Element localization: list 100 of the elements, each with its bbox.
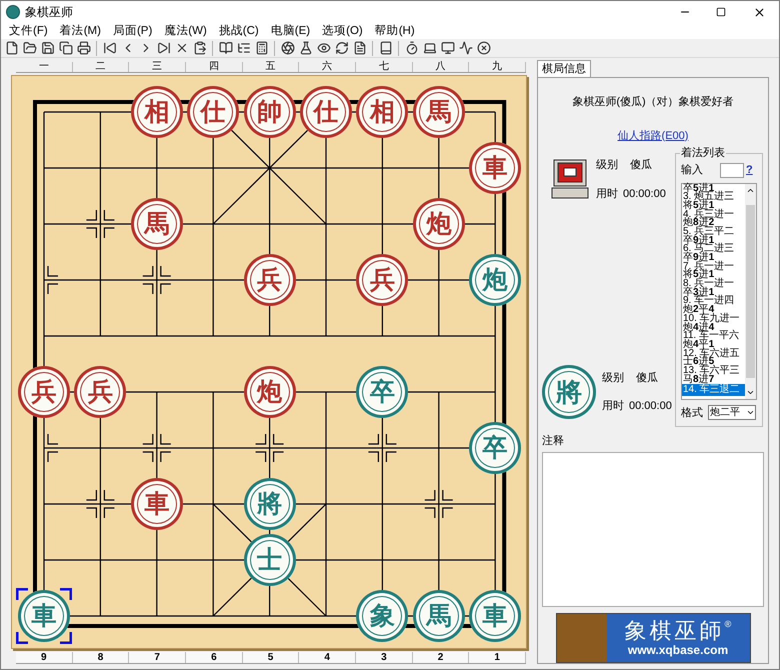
file-label: 6: [186, 652, 243, 663]
file-label: 2: [412, 652, 470, 663]
book-icon[interactable]: [218, 40, 233, 56]
laptop-icon[interactable]: [422, 40, 437, 56]
xiangqi-piece[interactable]: 馬: [412, 86, 465, 138]
app-logo-icon: [6, 5, 20, 19]
refresh-icon[interactable]: [334, 40, 349, 56]
xiangqi-piece[interactable]: 仕: [187, 86, 240, 138]
calculator-icon[interactable]: [254, 40, 269, 56]
folder-icon[interactable]: [22, 40, 37, 56]
flask-icon[interactable]: [298, 40, 313, 56]
monitor-icon[interactable]: [440, 40, 455, 56]
xiangqi-piece[interactable]: 帥: [244, 86, 296, 138]
skip-back-icon[interactable]: [102, 40, 117, 56]
banner-url: www.xqbase.com: [628, 642, 728, 657]
file-label: 一: [16, 62, 73, 72]
file-label: 8: [72, 652, 130, 663]
matchup-text: 象棋巫师(傻瓜)（对）象棋爱好者: [571, 95, 735, 110]
menu-item[interactable]: 局面(P): [106, 23, 158, 39]
menu-item[interactable]: 文件(F): [3, 23, 54, 39]
xiangqi-piece[interactable]: 馬: [130, 198, 183, 250]
xiangqi-piece[interactable]: 相: [130, 86, 183, 138]
notes-field[interactable]: [542, 452, 764, 607]
xiangqi-piece[interactable]: 卒: [356, 366, 408, 418]
notes-label: 注释: [542, 434, 565, 450]
xiangqi-piece[interactable]: 將: [244, 478, 296, 530]
xiangqi-piece[interactable]: 兵: [244, 254, 296, 306]
time-label: 用时: [596, 186, 618, 202]
info-tab[interactable]: 棋局信息: [537, 60, 591, 77]
file-label: 七: [356, 62, 413, 72]
menu-item[interactable]: 着法(M): [54, 23, 107, 39]
xiangqi-piece[interactable]: 車: [130, 478, 183, 530]
move-item[interactable]: 12. 车六进五: [682, 350, 745, 358]
xiangqi-piece[interactable]: 象: [356, 590, 408, 642]
xiangqi-piece[interactable]: 相: [356, 86, 408, 138]
window-title: 象棋巫师: [25, 4, 73, 21]
scrollbar[interactable]: [745, 184, 756, 398]
menu-item[interactable]: 魔法(W): [158, 23, 213, 39]
file-icon[interactable]: [4, 40, 19, 56]
menu-item[interactable]: 选项(O): [316, 23, 369, 39]
time-label: 用时: [602, 399, 624, 414]
help-link[interactable]: ?: [746, 162, 753, 178]
group-title: 着法列表: [680, 146, 726, 160]
xiangqi-piece[interactable]: 兵: [74, 366, 126, 418]
clipboard-icon[interactable]: [192, 40, 207, 56]
format-label: 格式: [681, 406, 703, 420]
mascot-picture: [556, 614, 606, 662]
xiangqi-piece[interactable]: 馬: [412, 590, 465, 642]
copy-icon[interactable]: [58, 40, 73, 56]
xiangqi-piece[interactable]: 仕: [300, 86, 352, 138]
save-icon[interactable]: [40, 40, 55, 56]
file-label: 二: [72, 62, 130, 72]
maximize-icon: [716, 7, 726, 17]
file-label: 7: [129, 652, 186, 663]
move-input-field[interactable]: [720, 162, 744, 178]
timer-icon[interactable]: [404, 40, 419, 56]
move-item[interactable]: 14. 车三退二: [682, 384, 745, 396]
file-label: 1: [469, 652, 526, 663]
xiangqi-piece[interactable]: 車: [18, 590, 70, 642]
registered-mark: ®: [724, 618, 732, 629]
file-label: 3: [356, 652, 413, 663]
file-label: 4: [299, 652, 356, 663]
menu-item[interactable]: 电脑(E): [264, 23, 316, 39]
file-label: 五: [242, 62, 300, 72]
file-label: 九: [469, 62, 526, 72]
xiangqi-piece[interactable]: 車: [469, 142, 522, 194]
xiangqi-piece[interactable]: 炮: [412, 198, 465, 250]
xiangqi-piece[interactable]: 兵: [356, 254, 408, 306]
xiangqi-piece[interactable]: 車: [469, 590, 522, 642]
list-tree-icon[interactable]: [236, 40, 251, 56]
close-circle-icon[interactable]: [476, 40, 491, 56]
rank-label: 级别: [602, 370, 624, 386]
move-item[interactable]: 马8进7: [682, 376, 745, 384]
xiangqi-piece[interactable]: 炮: [244, 366, 296, 418]
rank-value: 傻瓜: [630, 158, 652, 173]
time-value: 00:00:00: [623, 186, 666, 202]
menu-item[interactable]: 挑战(C): [212, 23, 265, 39]
eye-icon[interactable]: [316, 40, 331, 56]
document-icon[interactable]: [352, 40, 367, 56]
xiangqi-piece[interactable]: 兵: [18, 366, 70, 418]
input-label: 输入: [681, 163, 703, 178]
xiangqi-piece[interactable]: 卒: [469, 422, 522, 474]
chart-icon[interactable]: [458, 40, 473, 56]
format-value: 炮二平: [709, 406, 741, 420]
format-dropdown[interactable]: 炮二平: [708, 405, 756, 420]
aperture-icon[interactable]: [280, 40, 295, 56]
xiangqi-piece[interactable]: 士: [244, 534, 296, 586]
menu-item[interactable]: 帮助(H): [368, 23, 421, 39]
book-icon[interactable]: [378, 40, 393, 56]
move-item[interactable]: 10. 车九进一: [682, 314, 745, 324]
xiangqi-piece[interactable]: 炮: [469, 254, 522, 306]
printer-icon[interactable]: [76, 40, 91, 56]
rank-value: 傻瓜: [636, 370, 658, 386]
move-item[interactable]: 13. 车六平三: [682, 366, 745, 376]
opening-link[interactable]: 仙人指路(E00): [618, 128, 688, 144]
file-label: 三: [129, 62, 186, 72]
skip-forward-icon[interactable]: [156, 40, 171, 56]
banner-title: 象棋巫師: [624, 618, 725, 643]
file-label: 9: [16, 652, 73, 663]
close-icon: [752, 6, 766, 18]
